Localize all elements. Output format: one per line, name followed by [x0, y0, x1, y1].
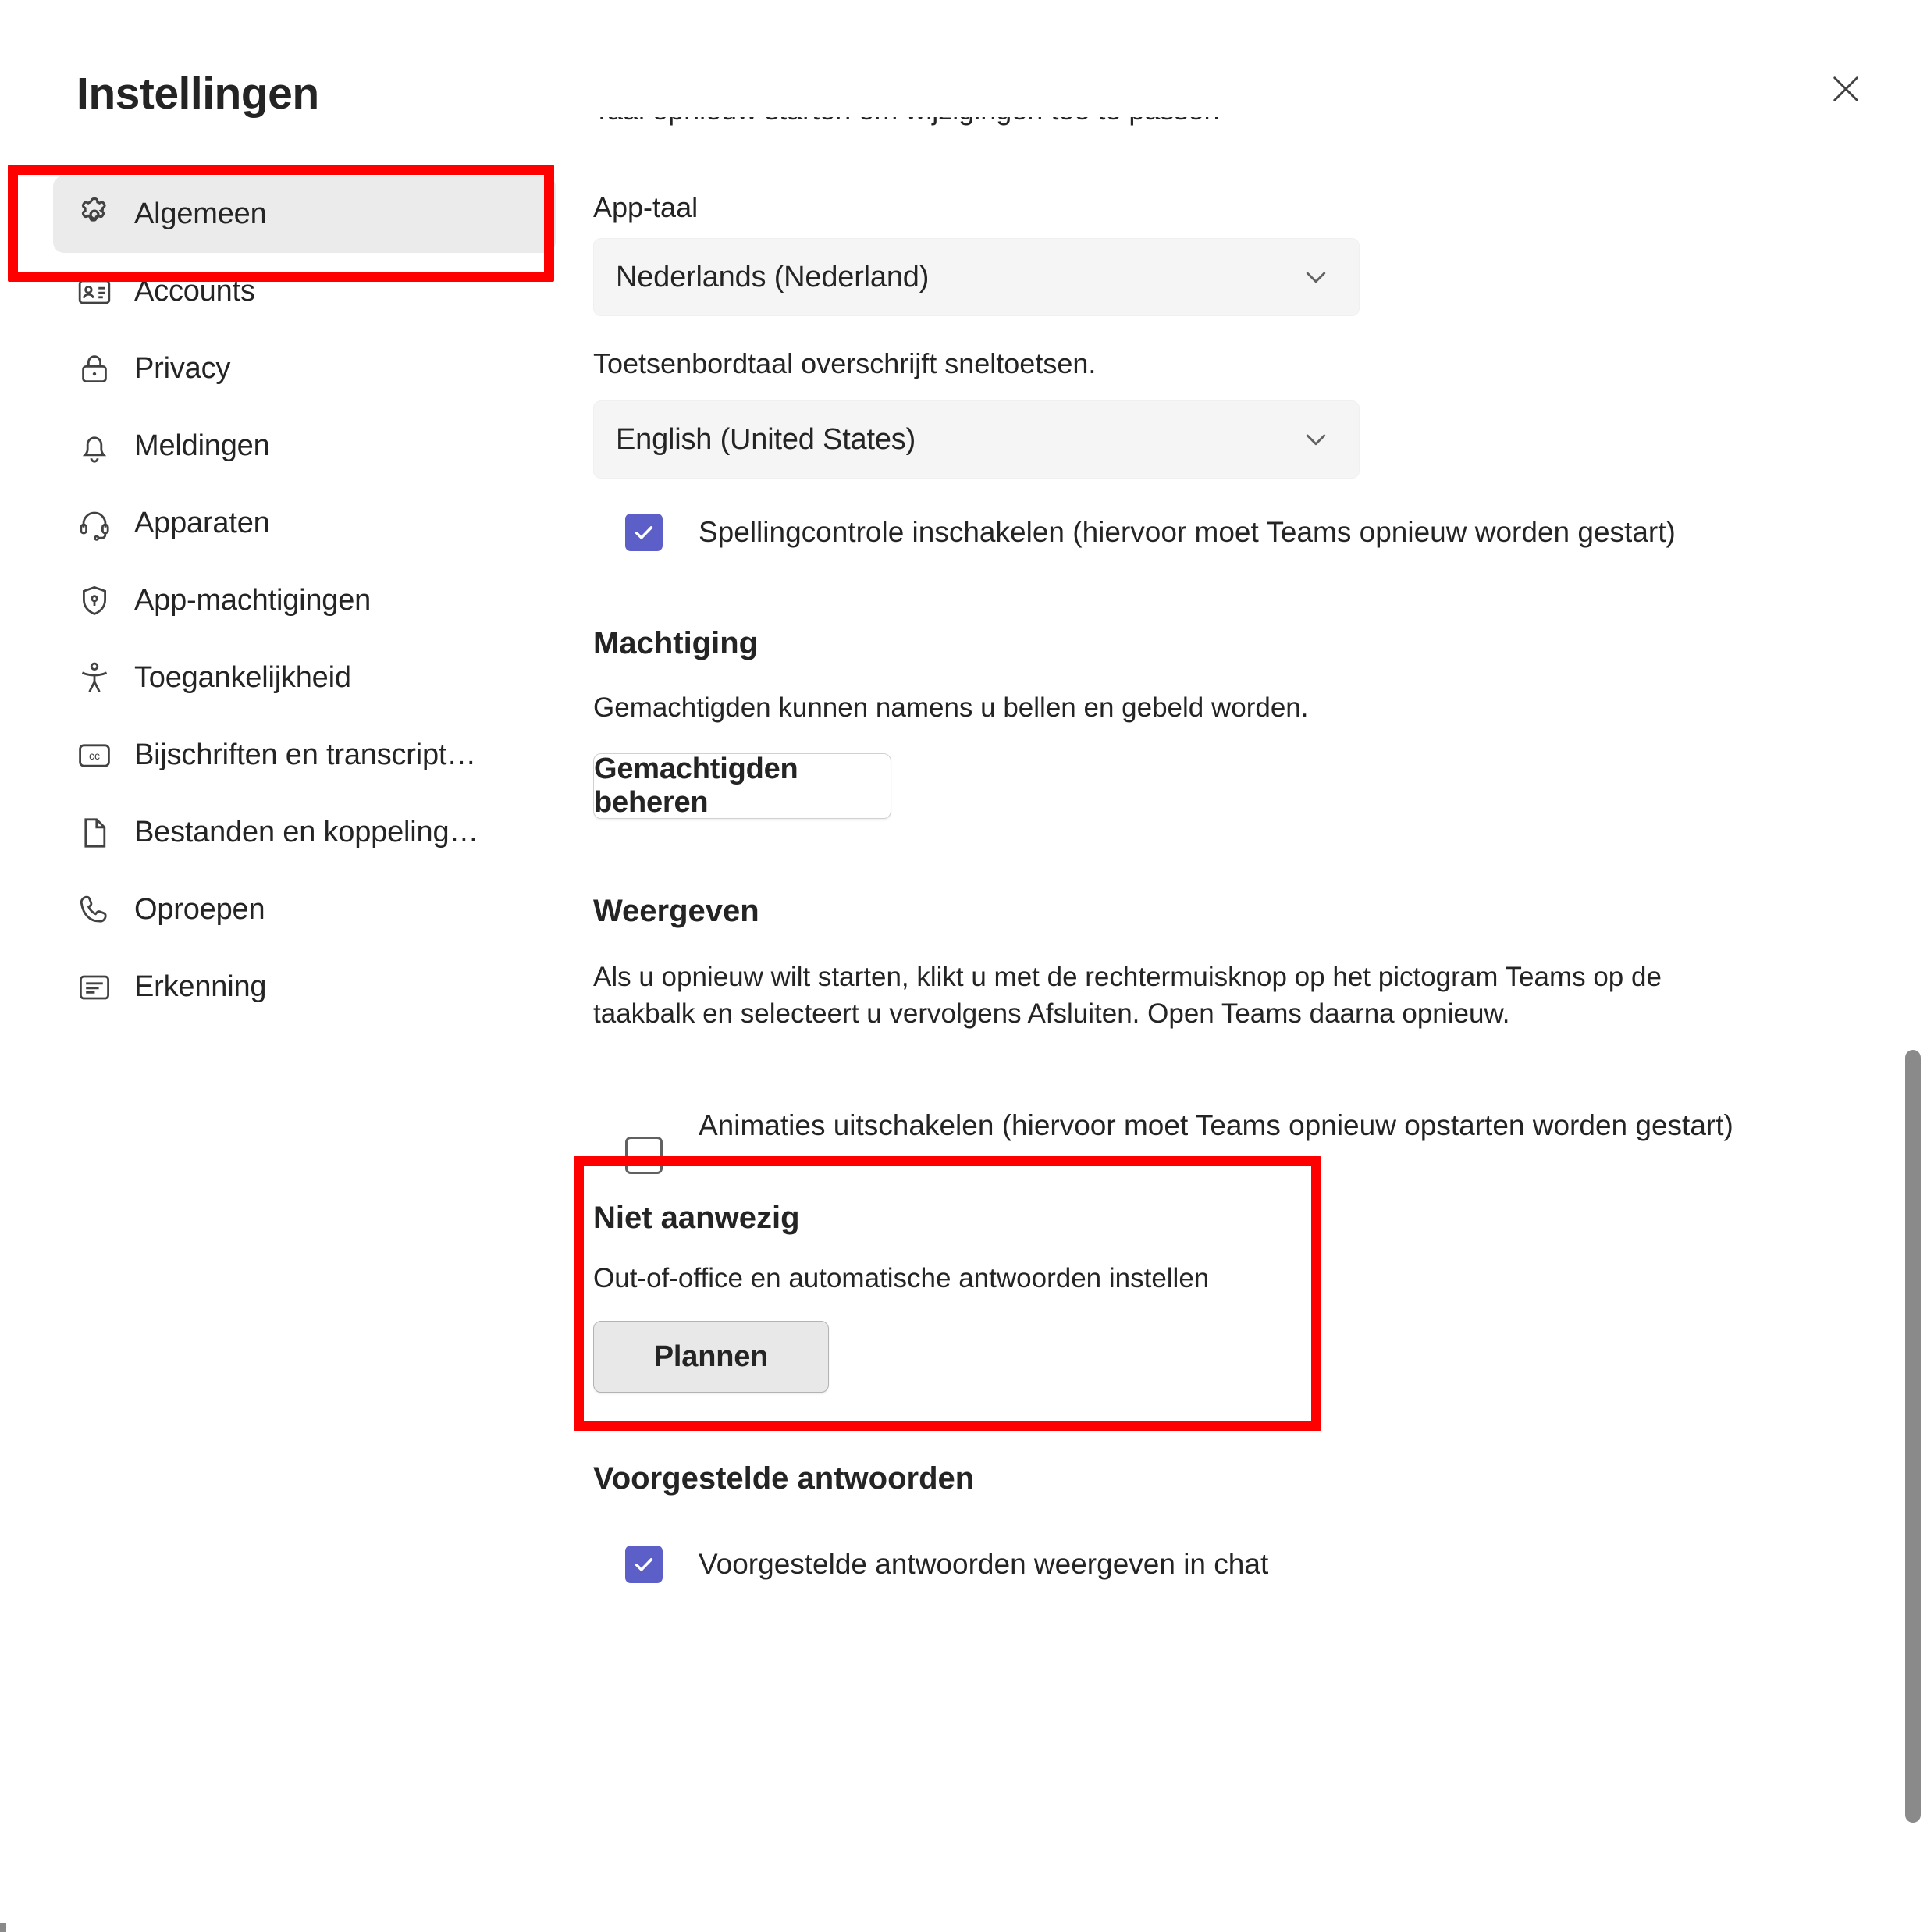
disable-animations-checkbox[interactable]: [625, 1137, 663, 1174]
settings-main-panel: Taal opnieuw starten om wijzigingen toe …: [593, 0, 1927, 1932]
sidebar-item-label: Meldingen: [134, 429, 270, 462]
bottom-left-marker: [0, 1923, 6, 1932]
page-title: Instellingen: [76, 69, 319, 119]
sidebar-item-erkenning[interactable]: Erkenning: [53, 948, 556, 1026]
sidebar-item-label: Privacy: [134, 352, 231, 385]
accessibility-icon: [72, 656, 117, 701]
sidebar-item-label: App-machtigingen: [134, 584, 372, 617]
svg-text:cc: cc: [89, 749, 100, 762]
clipped-text-row: Taal opnieuw starten om wijzigingen toe …: [593, 117, 1858, 148]
spellcheck-checkbox-row[interactable]: Spellingcontrole inschakelen (hiervoor m…: [625, 514, 1843, 552]
niet-aanwezig-heading: Niet aanwezig: [593, 1201, 800, 1235]
sidebar-item-toegankelijkheid[interactable]: Toegankelijkheid: [53, 639, 556, 717]
sidebar-item-label: Oproepen: [134, 893, 265, 926]
plannen-button[interactable]: Plannen: [593, 1321, 829, 1393]
scrollbar-track[interactable]: [1899, 0, 1927, 1932]
shield-key-icon: [72, 578, 117, 624]
suggested-replies-label: Voorgestelde antwoorden weergeven in cha…: [699, 1548, 1269, 1580]
headset-icon: [72, 501, 117, 546]
sidebar-item-apparaten[interactable]: Apparaten: [53, 485, 556, 562]
settings-sidebar: Instellingen Algemeen Accounts Privacy M…: [0, 0, 593, 1932]
sidebar-item-label: Accounts: [134, 275, 255, 308]
sidebar-item-label: Algemeen: [134, 197, 267, 230]
spellcheck-label: Spellingcontrole inschakelen (hiervoor m…: [699, 516, 1676, 548]
suggested-replies-checkbox-row[interactable]: Voorgestelde antwoorden weergeven in cha…: [625, 1546, 1718, 1584]
chevron-down-icon: [1273, 422, 1359, 457]
phone-icon: [72, 888, 117, 933]
disable-animations-checkbox-row[interactable]: Animaties uitschakelen (hiervoor moet Te…: [625, 1107, 1831, 1174]
scrollbar-thumb[interactable]: [1905, 1050, 1921, 1823]
keyboard-language-dropdown[interactable]: English (United States): [593, 400, 1360, 479]
disable-animations-label: Animaties uitschakelen (hiervoor moet Te…: [699, 1109, 1733, 1141]
sidebar-item-bijschriften-transcripties[interactable]: cc Bijschriften en transcript…: [53, 717, 556, 794]
closed-caption-icon: cc: [72, 733, 117, 778]
settings-nav-list: Algemeen Accounts Privacy Meldingen Appa…: [0, 176, 593, 1026]
sidebar-item-accounts[interactable]: Accounts: [53, 253, 556, 330]
niet-aanwezig-description: Out-of-office en automatische antwoorden…: [593, 1263, 1210, 1293]
sidebar-item-label: Toegankelijkheid: [134, 661, 351, 694]
contact-card-icon: [72, 269, 117, 315]
lock-icon: [72, 347, 117, 392]
sidebar-item-label: Bestanden en koppeling…: [134, 816, 479, 849]
list-document-icon: [72, 965, 117, 1010]
document-icon: [72, 810, 117, 856]
voorgestelde-antwoorden-heading: Voorgestelde antwoorden: [593, 1461, 975, 1496]
sidebar-item-label: Erkenning: [134, 970, 267, 1003]
keyboard-language-label: Toetsenbordtaal overschrijft sneltoetsen…: [593, 347, 1097, 379]
spellcheck-checkbox[interactable]: [625, 514, 663, 551]
sidebar-item-oproepen[interactable]: Oproepen: [53, 871, 556, 948]
keyboard-language-value: English (United States): [616, 422, 916, 456]
app-language-value: Nederlands (Nederland): [616, 260, 930, 294]
chevron-down-icon: [1273, 259, 1359, 295]
machtiging-description: Gemachtigden kunnen namens u bellen en g…: [593, 692, 1309, 723]
sidebar-item-meldingen[interactable]: Meldingen: [53, 407, 556, 485]
suggested-replies-checkbox[interactable]: [625, 1546, 663, 1583]
machtiging-heading: Machtiging: [593, 626, 759, 660]
weergeven-description: Als u opnieuw wilt starten, klikt u met …: [593, 962, 1662, 1030]
manage-delegates-button[interactable]: Gemachtigden beheren: [593, 753, 891, 819]
app-language-dropdown[interactable]: Nederlands (Nederland): [593, 238, 1360, 316]
sidebar-item-label: Bijschriften en transcript…: [134, 738, 477, 771]
sidebar-item-label: Apparaten: [134, 507, 270, 539]
sidebar-item-algemeen[interactable]: Algemeen: [53, 176, 556, 253]
sidebar-item-privacy[interactable]: Privacy: [53, 330, 556, 407]
sidebar-item-app-machtigingen[interactable]: App-machtigingen: [53, 562, 556, 639]
gear-icon: [72, 192, 117, 237]
sidebar-item-bestanden-koppelingen[interactable]: Bestanden en koppeling…: [53, 794, 556, 871]
weergeven-heading: Weergeven: [593, 894, 759, 928]
app-language-label: App-taal: [593, 191, 699, 223]
bell-icon: [72, 424, 117, 469]
